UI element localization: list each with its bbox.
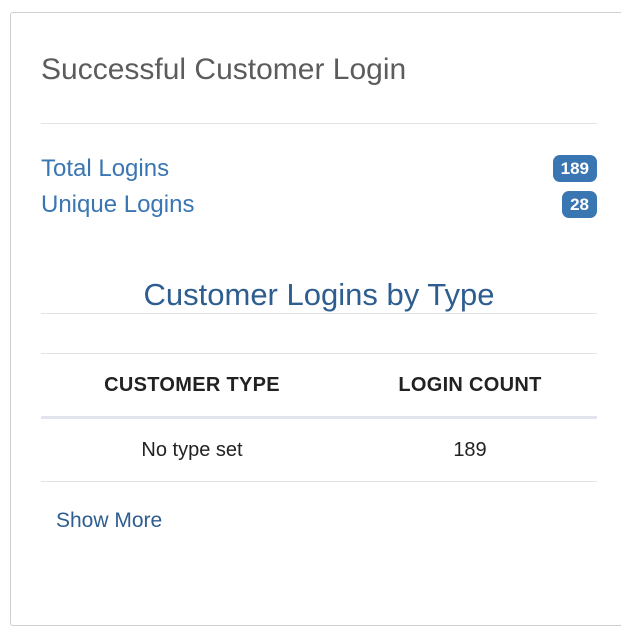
table-row: No type set 189 [41, 419, 597, 482]
unique-logins-badge: 28 [562, 191, 597, 218]
title-divider [41, 123, 597, 124]
login-count-cell: 189 [453, 438, 487, 461]
column-header-login-count[interactable]: LOGIN COUNT [343, 354, 597, 416]
column-header-customer-type[interactable]: CUSTOMER TYPE [41, 354, 343, 416]
logins-by-type-table: CUSTOMER TYPE LOGIN COUNT No type set 18… [41, 353, 597, 482]
section-divider [41, 313, 597, 314]
show-more-link[interactable]: Show More [56, 509, 162, 533]
total-logins-badge: 189 [552, 155, 597, 182]
section-title: Customer Logins by Type [143, 277, 495, 312]
card-title: Successful Customer Login [41, 53, 407, 86]
total-logins-link[interactable]: Total Logins [41, 155, 169, 183]
customer-type-cell: No type set [141, 438, 243, 461]
unique-logins-row: Unique Logins 28 [41, 191, 597, 223]
table-header-row: CUSTOMER TYPE LOGIN COUNT [41, 353, 597, 419]
total-logins-row: Total Logins 189 [41, 155, 597, 187]
successful-login-card: Successful Customer Login Total Logins 1… [10, 12, 621, 626]
unique-logins-link[interactable]: Unique Logins [41, 191, 194, 219]
